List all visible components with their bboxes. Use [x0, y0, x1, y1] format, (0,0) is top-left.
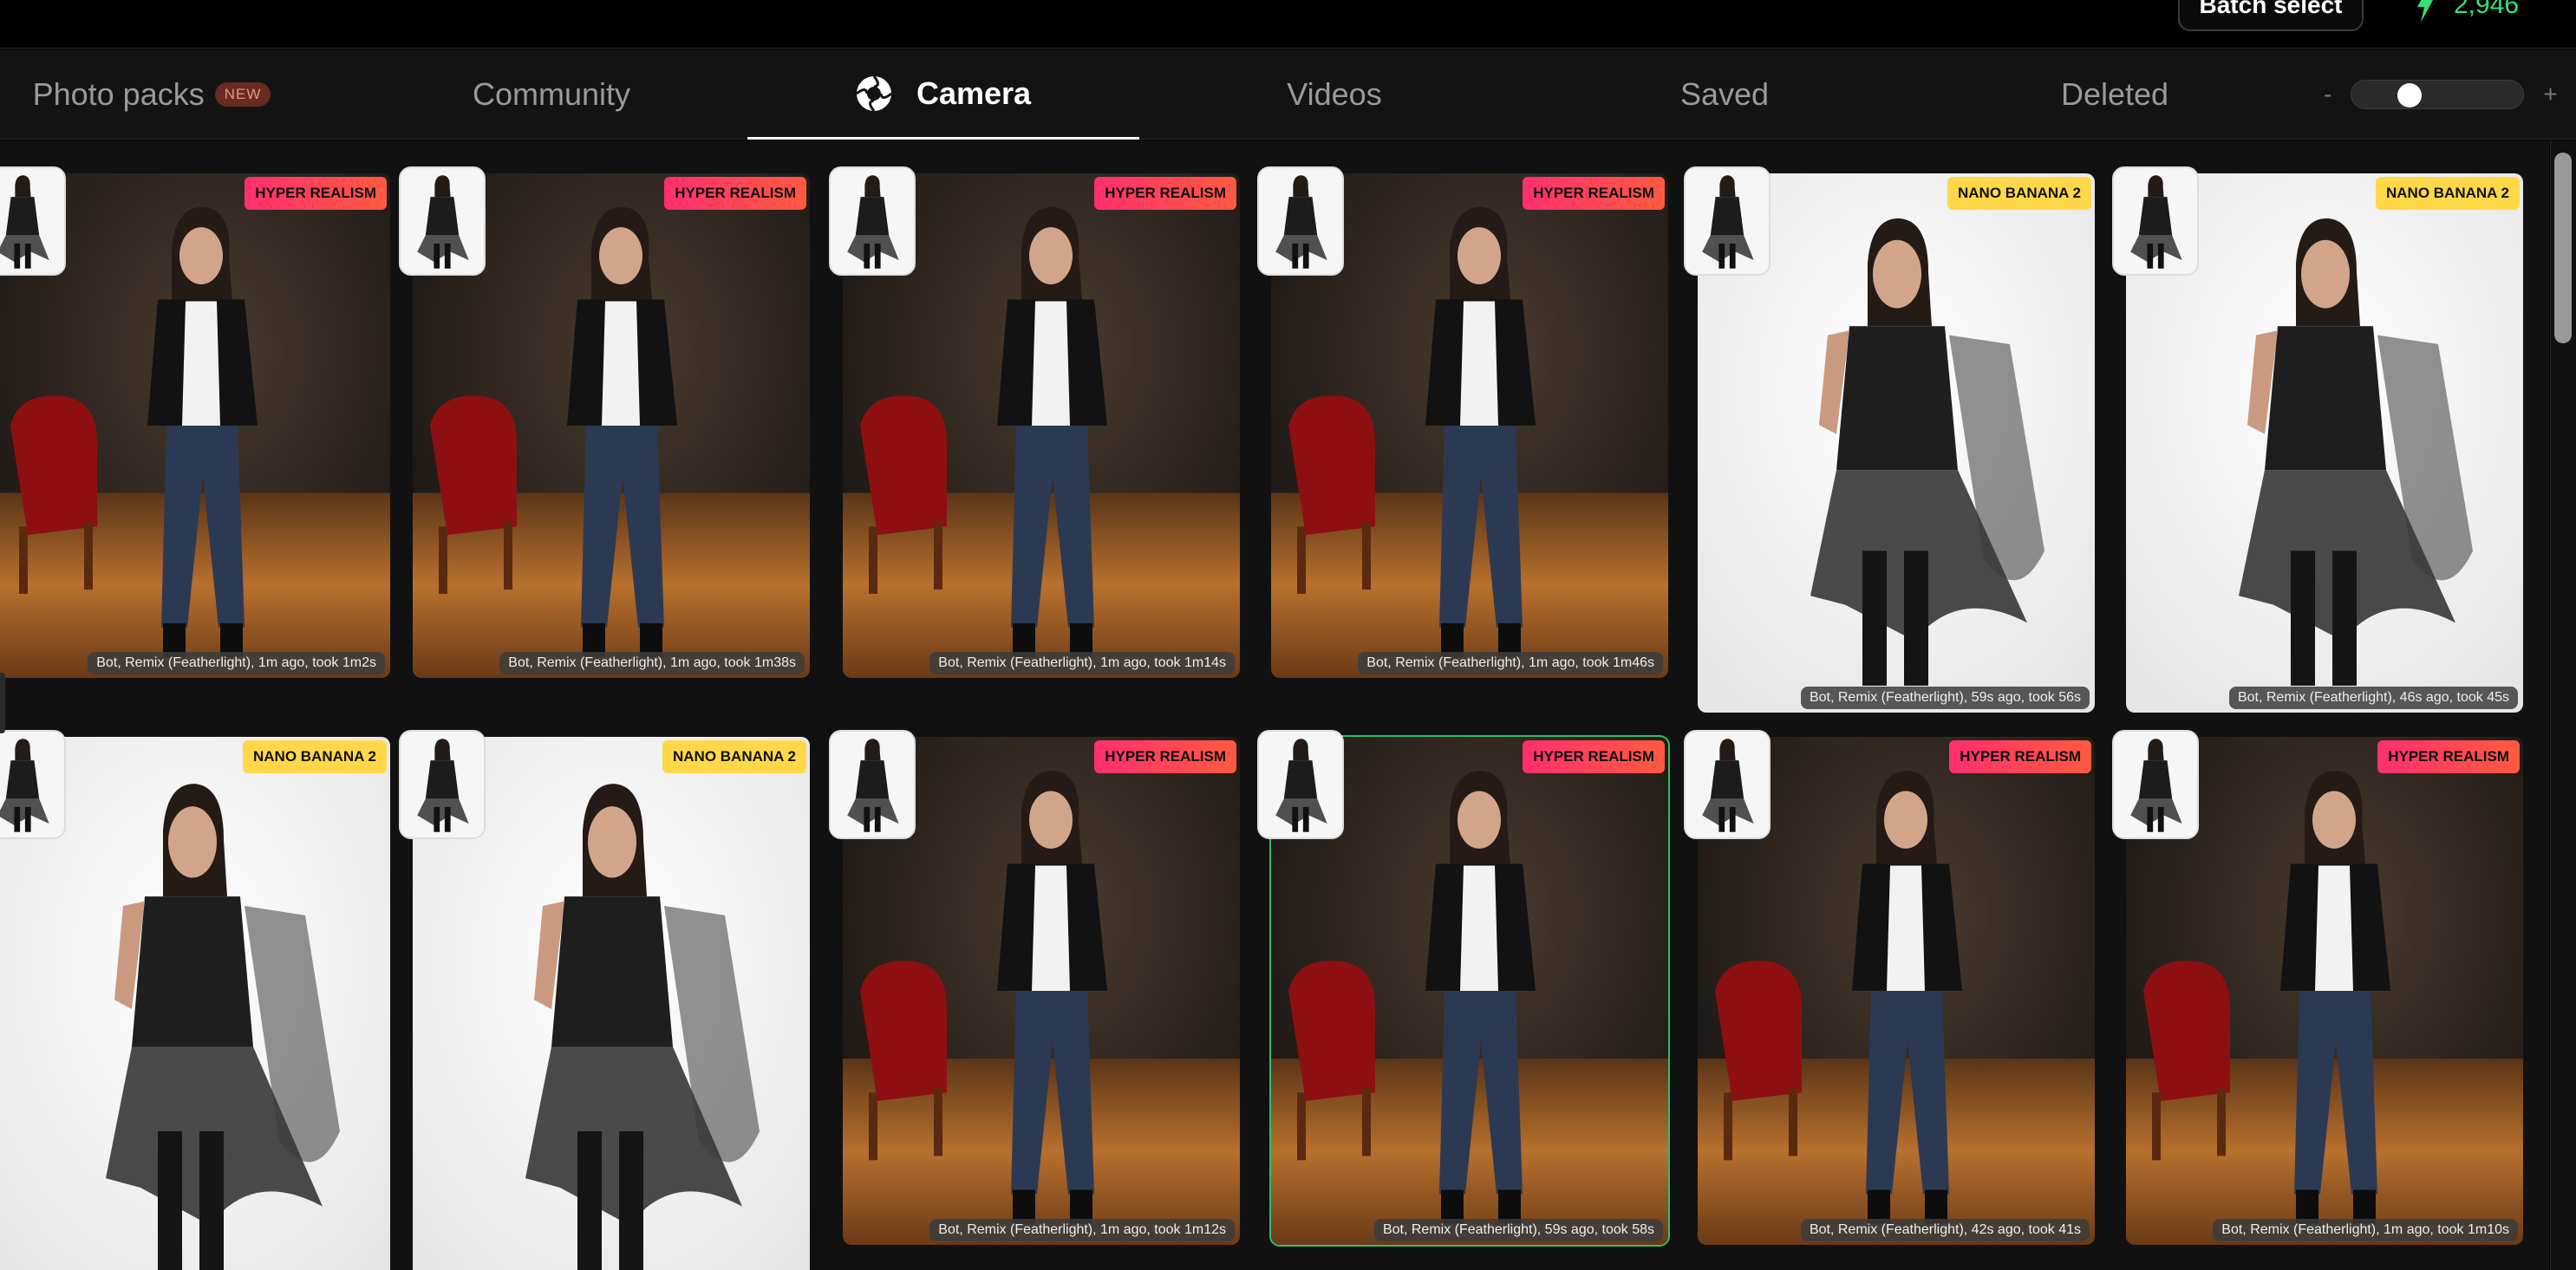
- model-badge: HYPER REALISM: [1949, 740, 2091, 773]
- reference-thumbnail[interactable]: [1684, 730, 1771, 839]
- reference-thumbnail-image: [0, 168, 64, 274]
- reference-thumbnail-image: [2114, 732, 2197, 837]
- batch-select-button[interactable]: Batch select: [2178, 0, 2364, 31]
- reference-thumbnail-image: [2114, 168, 2197, 274]
- image-caption: Bot, Remix (Featherlight), 59s ago, took…: [1800, 687, 2090, 709]
- side-handle[interactable]: [0, 673, 5, 733]
- reference-thumbnail[interactable]: [1257, 730, 1344, 839]
- reference-thumbnail[interactable]: [0, 730, 66, 839]
- zoom-in-button[interactable]: +: [2543, 81, 2557, 108]
- tab-photo-packs[interactable]: Photo packs NEW: [0, 49, 303, 140]
- model-badge: HYPER REALISM: [664, 177, 806, 210]
- zoom-slider[interactable]: [2351, 80, 2525, 109]
- reference-thumbnail-image: [1259, 168, 1342, 274]
- reference-thumbnail-image: [1686, 168, 1769, 274]
- image-caption: Bot, Remix (Featherlight), 59s ago, took…: [1373, 1219, 1663, 1241]
- reference-thumbnail-image: [1259, 732, 1342, 837]
- tab-camera[interactable]: Camera: [747, 49, 1139, 140]
- reference-thumbnail-image: [401, 168, 484, 274]
- model-badge: NANO BANANA 2: [243, 740, 387, 773]
- zoom-slider-thumb[interactable]: [2397, 83, 2423, 107]
- image-caption: Bot, Remix (Featherlight), 1m ago, took …: [929, 1219, 1235, 1241]
- image-caption: Bot, Remix (Featherlight), 1m ago, took …: [929, 652, 1235, 674]
- reference-thumbnail[interactable]: [1684, 166, 1771, 276]
- model-badge: HYPER REALISM: [245, 177, 387, 210]
- image-caption: Bot, Remix (Featherlight), 1m ago, took …: [2213, 1219, 2518, 1241]
- model-badge: NANO BANANA 2: [662, 740, 806, 773]
- model-badge: NANO BANANA 2: [2376, 177, 2520, 210]
- top-bar: Batch select 2,946: [0, 0, 2576, 49]
- credits-display: 2,946: [2416, 0, 2519, 23]
- model-badge: NANO BANANA 2: [1947, 177, 2091, 210]
- zoom-out-button[interactable]: -: [2324, 81, 2331, 108]
- tab-saved[interactable]: Saved: [1529, 49, 1920, 140]
- aperture-icon: [856, 75, 892, 112]
- tab-label: Camera: [916, 75, 1032, 111]
- reference-thumbnail[interactable]: [399, 730, 486, 839]
- tab-label: Photo packs: [32, 76, 205, 112]
- tab-bar: Photo packs NEW Community Camera Videos …: [0, 49, 2576, 140]
- model-badge: HYPER REALISM: [1523, 740, 1665, 773]
- credits-count: 2,946: [2454, 0, 2520, 19]
- scrollbar-thumb[interactable]: [2554, 153, 2572, 343]
- model-badge: HYPER REALISM: [1094, 740, 1236, 773]
- bolt-icon: [2417, 0, 2433, 23]
- reference-thumbnail-image: [0, 732, 64, 837]
- image-caption: Bot, Remix (Featherlight), 42s ago, took…: [1800, 1219, 2090, 1241]
- model-badge: HYPER REALISM: [2377, 740, 2520, 773]
- tab-deleted[interactable]: Deleted: [1920, 49, 2310, 140]
- reference-thumbnail[interactable]: [1257, 166, 1344, 276]
- reference-thumbnail[interactable]: [0, 166, 66, 276]
- image-caption: Bot, Remix (Featherlight), 46s ago, took…: [2228, 687, 2518, 709]
- tab-label: Videos: [1287, 76, 1382, 112]
- tab-community[interactable]: Community: [357, 49, 746, 140]
- reference-thumbnail-image: [831, 168, 914, 274]
- image-caption: Bot, Remix (Featherlight), 1m ago, took …: [499, 652, 805, 674]
- tab-label: Deleted: [2060, 76, 2169, 112]
- model-badge: HYPER REALISM: [1094, 177, 1236, 210]
- image-gallery: HYPER REALISM Bot, Remix (Featherlight), …: [0, 140, 2549, 1270]
- tab-videos[interactable]: Videos: [1139, 49, 1529, 140]
- reference-thumbnail[interactable]: [399, 166, 486, 276]
- model-badge: HYPER REALISM: [1523, 177, 1665, 210]
- reference-thumbnail[interactable]: [2112, 166, 2199, 276]
- tab-label: Saved: [1679, 76, 1770, 112]
- scrollbar[interactable]: [2550, 140, 2576, 1270]
- image-caption: Bot, Remix (Featherlight), 1m ago, took …: [1358, 652, 1663, 674]
- reference-thumbnail[interactable]: [829, 730, 916, 839]
- reference-thumbnail-image: [831, 732, 914, 837]
- reference-thumbnail-image: [401, 732, 484, 837]
- tab-label: Community: [472, 76, 631, 112]
- image-caption: Bot, Remix (Featherlight), 1m ago, took …: [88, 652, 385, 674]
- new-badge: NEW: [214, 82, 271, 107]
- reference-thumbnail[interactable]: [2112, 730, 2199, 839]
- reference-thumbnail-image: [1686, 732, 1769, 837]
- zoom-control: - +: [2324, 49, 2558, 140]
- reference-thumbnail[interactable]: [829, 166, 916, 276]
